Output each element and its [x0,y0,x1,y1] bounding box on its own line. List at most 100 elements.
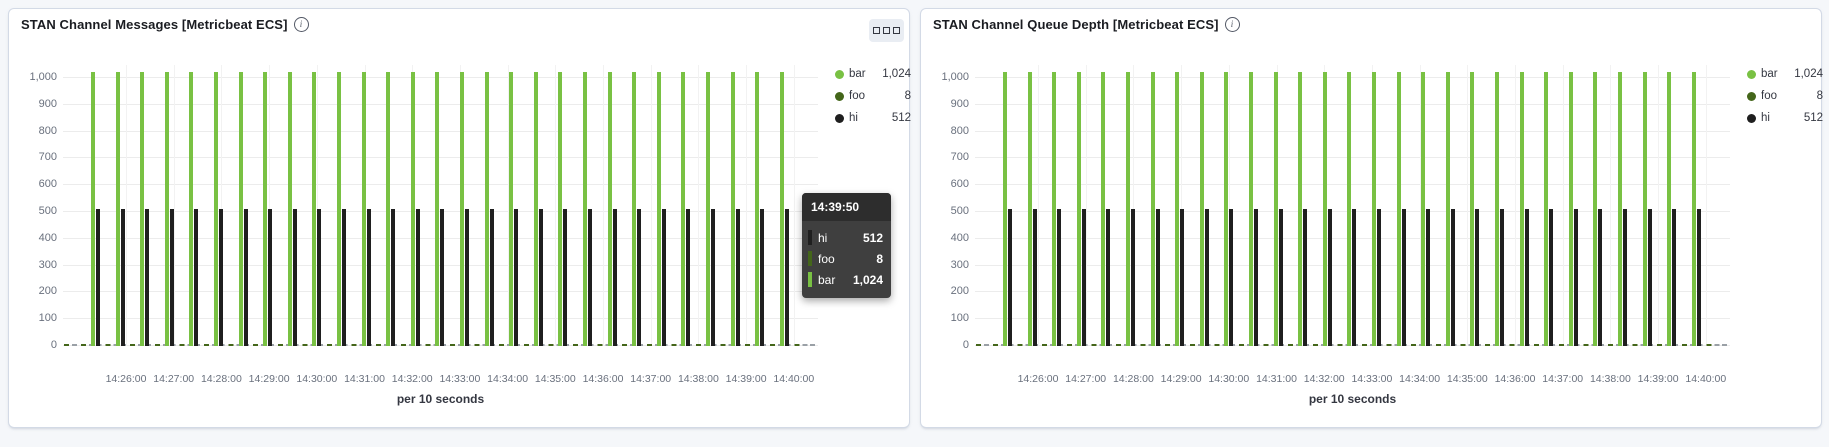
bar-series-bar [1175,72,1180,346]
info-icon[interactable]: i [1224,17,1240,32]
y-axis-label: 400 [38,231,57,244]
bar-series-bar [1101,72,1106,346]
legend-color-dot [835,69,844,79]
hi-series-bar [1008,209,1012,346]
legend-item[interactable]: hi 512 [1747,107,1823,129]
tooltip-series-label: hi [818,230,828,245]
hi-series-bar [1131,209,1135,346]
bar-series-bar [263,72,268,346]
hi-series-bar [686,209,691,346]
y-axis-label: 100 [950,312,969,325]
gridline-horizontal [975,130,1730,132]
gridline-vertical [1038,65,1039,346]
y-axis-label: 500 [950,205,969,217]
hi-series-bar [637,209,642,346]
legend-item[interactable]: bar 1,024 [1747,63,1823,85]
chart-panel[interactable]: STAN Channel Queue Depth [Metricbeat ECS… [920,8,1823,428]
y-axis-label: 600 [38,178,57,191]
gridline-horizontal [975,103,1730,105]
hi-series-bar [1032,209,1037,346]
gridline-vertical [746,65,748,346]
tooltip-series-value: 1,024 [852,272,883,287]
bar-series-bar [1003,72,1007,346]
gridline-vertical [698,65,700,346]
hi-series-bar [1229,209,1234,346]
bar-series-bar [410,72,415,346]
tooltip-series-label: foo [818,251,835,266]
bar-series-bar [1199,72,1204,346]
hi-series-bar [415,209,420,346]
y-axis-label: 0 [50,339,57,351]
hi-series-bar [317,209,322,346]
hi-series-bar [1623,209,1627,346]
legend-series-value: 8 [904,90,911,102]
legend-series-value: 8 [1816,90,1823,102]
gridline-vertical [1515,65,1516,346]
bar-series-bar [214,72,218,346]
tooltip-series-label: bar [818,272,836,287]
bar-series-bar [1052,72,1057,346]
bar-series-bar [337,72,341,346]
gridline-vertical [1085,65,1087,346]
gridline-horizontal [63,157,818,159]
bar-series-bar [1495,72,1499,346]
bar-series-bar [607,72,612,346]
hi-series-bar [440,209,445,346]
legend-series-label: hi [1761,112,1770,124]
panel-title: STAN Channel Queue Depth [Metricbeat ECS… [933,17,1240,32]
hi-series-bar [1377,209,1381,346]
gridline-horizontal [63,77,818,78]
info-icon[interactable]: i [293,17,309,32]
legend-series-label: bar [849,68,866,80]
bar-series-bar [632,72,637,346]
hi-series-bar [1672,209,1677,346]
legend-item[interactable]: bar 1,024 [835,63,911,85]
y-axis-label: 500 [38,205,57,217]
hi-series-bar [366,209,371,346]
chart-plot-area[interactable] [975,65,1730,346]
hi-series-bar [1155,209,1160,346]
hi-series-bar [1278,209,1283,346]
bar-series-bar [361,72,366,346]
hi-series-bar [538,209,543,346]
y-axis-label: 400 [950,231,969,244]
hi-series-bar [1254,209,1258,346]
hi-series-bar [1500,209,1504,346]
legend-color-dot [1747,69,1756,79]
bar-series-bar [1568,72,1573,346]
gridline-horizontal [975,77,1730,78]
bar-series-bar [1421,72,1426,346]
hi-series-bar [1524,209,1529,346]
bar-series-bar [1322,72,1327,346]
gridline-vertical [650,65,652,346]
bar-series-bar [779,72,784,346]
bar-series-bar [1224,72,1229,346]
hi-series-bar [1204,209,1209,346]
gridline-vertical [1705,65,1707,346]
legend-series-value: 1,024 [1794,68,1823,80]
chart-legend: bar 1,024 foo 8 hi 512 [1747,63,1823,129]
bar-series-bar [1519,72,1524,346]
hi-series-bar [563,209,568,346]
gridline-vertical [1658,65,1660,346]
chart-panel[interactable]: STAN Channel Messages [Metricbeat ECS] i… [8,8,911,428]
gridline-vertical [603,65,604,346]
hi-series-bar [711,209,715,346]
bar-series-bar [583,72,587,346]
x-axis-label: 14:40:00 [773,373,815,385]
bar-series-bar [312,72,317,346]
gridline-horizontal [63,184,818,186]
chart-plot-area[interactable] [63,65,818,346]
legend-color-dot [1747,91,1756,101]
hi-series-bar [169,209,174,346]
gridline-vertical [555,65,557,346]
panel-options-button[interactable] [869,19,904,42]
bar-series-bar [164,72,169,346]
legend-item[interactable]: hi 512 [835,107,911,129]
hi-series-bar [1352,209,1357,346]
bar-series-bar [1445,72,1450,346]
legend-item[interactable]: foo 8 [835,85,911,107]
legend-item[interactable]: foo 8 [1747,85,1823,107]
bar-series-bar [1249,72,1253,346]
bar-series-bar [1667,72,1672,346]
